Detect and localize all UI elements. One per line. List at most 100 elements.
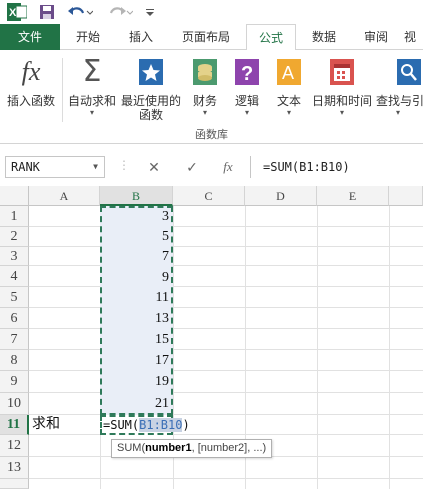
quick-access-toolbar: X [0,0,423,24]
column-header-e[interactable]: E [317,186,389,206]
sigma-icon: Σ [82,54,102,89]
lookup-reference-button[interactable]: 查找与引 ▾ [376,56,423,118]
insert-function-icon: fx [21,57,41,86]
formula-input[interactable]: =SUM(B1:B10) [250,156,423,178]
save-icon[interactable] [38,3,56,21]
question-icon: ? [232,56,262,88]
date-time-button[interactable]: 日期和时间 ▾ [310,56,374,118]
row-header-12[interactable]: 12 [0,435,29,457]
row-header-7[interactable]: 7 [0,329,29,350]
ribbon-tabs: 文件 开始 插入 页面布局 公式 数据 审阅 视 [0,24,423,51]
row-header-1[interactable]: 1 [0,206,29,227]
gridline [29,246,423,247]
recently-used-label: 最近使用的 [120,94,181,108]
cancel-icon[interactable]: ✕ [144,157,164,177]
insert-function-button[interactable]: fx 插入函数 [2,56,60,108]
text-label: 文本 [276,94,301,108]
date-time-label: 日期和时间 [311,94,372,108]
cell-b4[interactable]: 9 [102,266,169,287]
cell-b3[interactable]: 7 [102,247,169,266]
financial-icon [190,56,220,88]
cell-b9[interactable]: 19 [102,371,169,393]
cell-b7[interactable]: 15 [102,329,169,350]
financial-label: 财务 [192,94,217,108]
financial-button[interactable]: 财务 ▾ [186,56,224,118]
cell-b11-prefix: =SUM(B1:B10) [103,417,190,434]
cell-b1[interactable]: 3 [102,207,169,227]
gridline [29,392,423,393]
formula-range-reference[interactable]: B1:B10 [139,418,183,432]
tab-data[interactable]: 数据 [298,24,350,50]
star-icon [136,56,166,88]
cell-b10[interactable]: 21 [102,393,169,415]
lookup-reference-label: 查找与引 [376,94,423,108]
tab-insert[interactable]: 插入 [116,24,166,50]
row-header-14[interactable] [0,479,29,489]
tab-home[interactable]: 开始 [60,24,116,50]
dropdown-arrow-icon: ▾ [244,108,249,117]
column-header-d[interactable]: D [245,186,317,206]
text-button[interactable]: A 文本 ▾ [270,56,308,118]
row-header-3[interactable]: 3 [0,247,29,266]
gridline [29,226,423,227]
undo-icon[interactable] [66,3,94,21]
column-header-a[interactable]: A [29,186,100,206]
row-header-4[interactable]: 4 [0,266,29,287]
row-header-9[interactable]: 9 [0,371,29,393]
autosum-label: 自动求和 [67,94,116,108]
column-header-c[interactable]: C [173,186,245,206]
tab-formulas[interactable]: 公式 [246,24,296,51]
gridline [317,206,318,489]
select-all-corner[interactable] [0,186,29,206]
row-header-11[interactable]: 11 [0,415,29,435]
logical-label: 逻辑 [234,94,259,108]
name-box[interactable]: RANK ▼ [5,156,105,178]
enter-icon[interactable]: ✓ [182,157,202,177]
row-header-6[interactable]: 6 [0,308,29,329]
cell-b8[interactable]: 17 [102,350,169,371]
dropdown-arrow-icon: ▾ [89,108,94,117]
cell-b6[interactable]: 13 [102,308,169,329]
tab-review[interactable]: 审阅 [350,24,402,50]
chevron-down-icon[interactable]: ▼ [93,157,98,177]
column-header-b[interactable]: B [100,186,173,206]
formula-suffix: ) [182,418,190,432]
tab-page-layout[interactable]: 页面布局 [166,24,246,50]
formula-bar-grip-icon: ⋮ [118,158,130,172]
recently-used-button[interactable]: 最近使用的 函数 [120,56,182,122]
gridline [29,328,423,329]
row-header-10[interactable]: 10 [0,393,29,415]
formula-prefix: =SUM( [103,418,140,432]
redo-icon[interactable] [106,3,134,21]
gridline [29,349,423,350]
gridline [29,414,423,415]
insert-function-label: 插入函数 [6,94,55,108]
tooltip-current-arg[interactable]: number1 [145,442,191,454]
insert-function-fx-icon[interactable]: fx [218,157,238,177]
cell-b2[interactable]: 5 [102,227,169,247]
tooltip-function-name[interactable]: SUM( [117,442,145,454]
customize-icon[interactable] [143,3,157,21]
row-header-5[interactable]: 5 [0,287,29,308]
spreadsheet-grid: A B C D E 1 2 3 4 5 6 7 8 9 10 11 12 13 … [0,186,423,489]
row-header-8[interactable]: 8 [0,350,29,371]
name-box-value: RANK [11,160,40,174]
column-header-f[interactable] [389,186,423,206]
row-header-13[interactable]: 13 [0,457,29,479]
tab-view[interactable]: 视 [404,24,423,50]
dropdown-arrow-icon: ▾ [396,108,401,117]
logical-button[interactable]: ? 逻辑 ▾ [228,56,266,118]
dropdown-arrow-icon: ▾ [202,108,207,117]
cell-b5[interactable]: 11 [102,287,169,308]
recently-used-label-2: 函数 [138,108,163,122]
function-argument-tooltip: SUM(number1, [number2], ...) [111,439,273,458]
cell-a11[interactable]: 求和 [32,415,60,435]
dropdown-arrow-icon: ▾ [286,108,291,117]
cell-b11-editor[interactable]: =SUM(B1:B10) [100,415,190,435]
ribbon-formulas: fx 插入函数 Σ 自动求和 ▾ 最近使用的 函数 财务 ▾ ? 逻辑 ▾ A [0,50,423,144]
row-header-2[interactable]: 2 [0,227,29,247]
excel-logo-icon: X [6,3,28,21]
autosum-button[interactable]: Σ 自动求和 ▾ [64,56,120,118]
formula-bar: RANK ▼ ⋮ ✕ ✓ fx =SUM(B1:B10) [0,144,423,186]
tab-file[interactable]: 文件 [0,24,60,50]
